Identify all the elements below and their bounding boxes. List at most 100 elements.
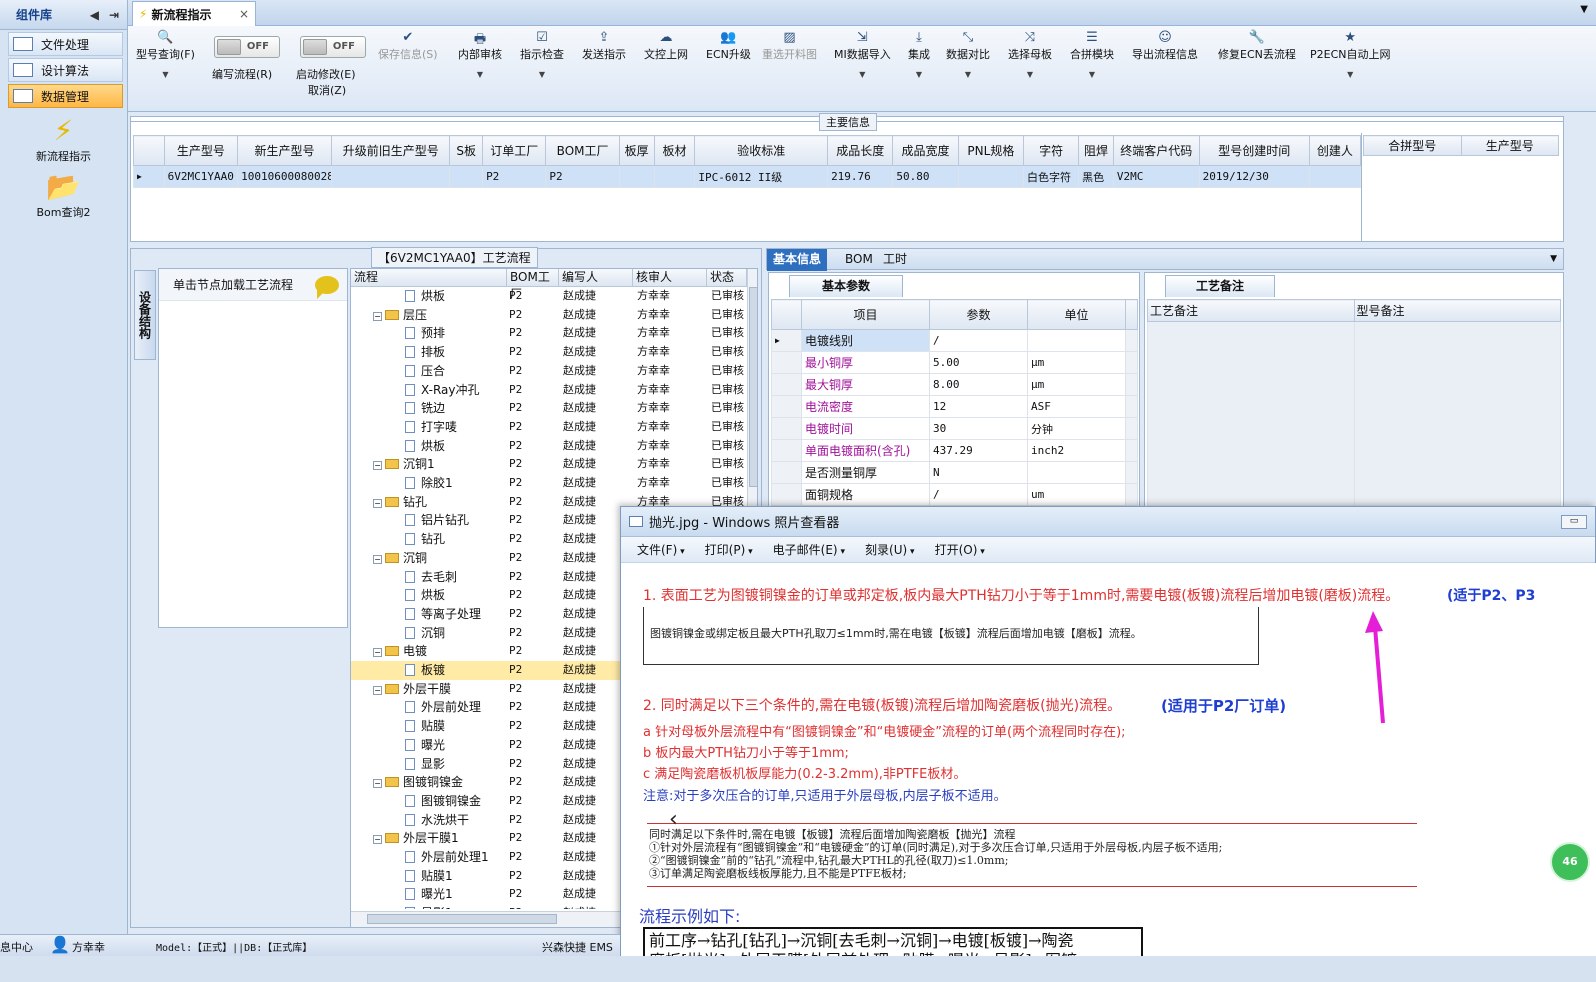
table-cell[interactable] [330, 165, 451, 188]
column-header[interactable]: 参数 [929, 299, 1028, 330]
send-instruction-button[interactable]: ⇪ 发送指示 [582, 30, 626, 62]
column-header[interactable]: 核审人 [633, 269, 707, 287]
merge-module-button[interactable]: ☰ 合拼模块 ▼ [1070, 30, 1114, 79]
collapse-toggle-icon[interactable]: − [373, 461, 382, 471]
collapse-toggle-icon[interactable]: − [373, 648, 382, 658]
tree-row[interactable]: 烘板 P2 赵成捷 方幸幸 已审核 [351, 437, 749, 456]
instruction-check-button[interactable]: ☑ 指示检查 ▼ [520, 30, 564, 79]
sidebar-item-algorithm[interactable]: 设计算法 [8, 58, 123, 82]
column-header[interactable]: BOM工厂 [545, 135, 620, 166]
column-header[interactable]: 成品长度 [827, 135, 894, 166]
table-cell[interactable]: 10010600080028 [237, 165, 332, 188]
tree-row[interactable]: 压合 P2 赵成捷 方幸幸 已审核 [351, 362, 749, 381]
tab-work-hours[interactable]: 工时 [877, 249, 913, 271]
table-cell[interactable] [1308, 165, 1362, 188]
ecn-upgrade-button[interactable]: 👥 ECN升级 [706, 30, 751, 62]
column-header[interactable]: 板厚 [618, 135, 655, 166]
model-query-button[interactable]: 🔍 型号查询(F) ▼ [136, 30, 195, 79]
param-cell[interactable]: 单面电镀面积(含孔) [801, 439, 930, 462]
param-cell[interactable]: 8.00 [929, 373, 1028, 396]
param-cell[interactable]: 5.00 [929, 351, 1028, 374]
param-cell[interactable]: inch2 [1027, 439, 1126, 462]
param-cell[interactable]: 最大铜厚 [801, 373, 930, 396]
enable-edit-toggle[interactable]: OFF [300, 36, 366, 58]
floating-badge[interactable]: 46 [1550, 842, 1590, 882]
table-row[interactable]: ▶ 6V2MC1YAA0 10010600080028 P2 P2 IPC-6012 II… [133, 165, 1362, 188]
p2ecn-auto-button[interactable]: ★ P2ECN自动上网 ▼ [1310, 30, 1391, 79]
table-cell[interactable]: 2019/12/30 [1198, 165, 1310, 188]
process-note-cell[interactable] [1147, 321, 1355, 506]
column-header[interactable]: 终端客户代码 [1112, 135, 1200, 166]
collapse-toggle-icon[interactable]: − [373, 835, 382, 845]
sidebar-item-file[interactable]: 文件处理 [8, 32, 123, 56]
param-row[interactable]: 电镀时间 30 分钟 [771, 417, 1138, 440]
tree-row[interactable]: 打字唛 P2 赵成捷 方幸幸 已审核 [351, 418, 749, 437]
collapse-toggle-icon[interactable]: − [373, 685, 382, 695]
table-cell[interactable]: P2 [482, 165, 547, 188]
tab-new-process[interactable]: ⚡ 新流程指示 × [132, 1, 256, 26]
column-header[interactable]: 成品宽度 [892, 135, 959, 166]
table-cell[interactable] [653, 165, 696, 188]
tree-row[interactable]: 排板 P2 赵成捷 方幸幸 已审核 [351, 343, 749, 362]
load-process-row[interactable]: 单击节点加载工艺流程 [159, 269, 347, 301]
table-cell[interactable] [449, 165, 484, 188]
column-header[interactable]: 生产型号 [1460, 135, 1559, 156]
pin-icon[interactable]: ⇥ [109, 8, 119, 22]
close-tab-icon[interactable]: × [239, 7, 249, 21]
doc-upload-button[interactable]: ☁ 文控上网 [644, 30, 688, 62]
tree-row[interactable]: 除胶1 P2 赵成捷 方幸幸 已审核 [351, 474, 749, 493]
write-process-toggle[interactable]: OFF [214, 36, 280, 58]
param-cell[interactable] [1027, 329, 1126, 352]
column-header[interactable]: 合拼型号 [1363, 135, 1462, 156]
param-cell[interactable]: 30 [929, 417, 1028, 440]
param-cell[interactable]: 电镀时间 [801, 417, 930, 440]
collapse-toggle-icon[interactable]: − [373, 779, 382, 789]
param-cell[interactable]: μm [1027, 351, 1126, 374]
param-cell[interactable]: ASF [1027, 395, 1126, 418]
minimize-icon[interactable]: ▭ [1561, 514, 1587, 529]
column-header[interactable]: BOM工厂 [507, 269, 559, 301]
internal-audit-button[interactable]: 🖶 内部审核 ▼ [458, 30, 502, 79]
param-cell[interactable] [1027, 461, 1126, 484]
table-cell[interactable] [618, 165, 655, 188]
column-header[interactable]: 工艺备注 [1147, 299, 1355, 322]
table-cell[interactable] [957, 165, 1025, 188]
viewer-titlebar[interactable]: 抛光.jpg - Windows 照片查看器 ▭ [621, 507, 1595, 537]
param-row[interactable]: 单面电镀面积(含孔) 437.29 inch2 [771, 439, 1138, 462]
param-cell[interactable]: / [929, 329, 1028, 352]
collapse-left-icon[interactable]: ◀ [90, 8, 99, 22]
data-compare-button[interactable]: ⤡ 数据对比 ▼ [946, 30, 990, 79]
param-cell[interactable]: um [1027, 483, 1126, 506]
param-cell[interactable]: N [929, 461, 1028, 484]
param-cell[interactable]: 437.29 [929, 439, 1028, 462]
tree-row[interactable]: 铣边 P2 赵成捷 方幸幸 已审核 [351, 399, 749, 418]
chevron-down-icon[interactable]: ▼ [1550, 254, 1557, 264]
table-cell[interactable]: IPC-6012 II级 [694, 165, 829, 188]
column-header[interactable]: PNL规格 [957, 135, 1025, 166]
param-cell[interactable]: μm [1027, 373, 1126, 396]
param-cell[interactable]: 电流密度 [801, 395, 930, 418]
export-process-button[interactable]: ☺ 导出流程信息 [1132, 30, 1198, 62]
integrate-button[interactable]: ⤓ 集成 ▼ [908, 30, 930, 79]
column-header[interactable]: 升级前旧生产型号 [330, 135, 451, 166]
column-header[interactable]: 订单工厂 [482, 135, 547, 166]
param-cell[interactable]: 电镀线别 [801, 329, 930, 352]
param-cell[interactable]: 最小铜厚 [801, 351, 930, 374]
table-cell[interactable]: 白色字符 [1023, 165, 1080, 188]
param-row[interactable]: ▶ 电镀线别 / [771, 329, 1138, 352]
tab-bom[interactable]: BOM [839, 249, 879, 271]
sidebar-item-data[interactable]: 数据管理 [8, 84, 123, 108]
table-cell[interactable]: 黑色 [1078, 165, 1114, 188]
menu-print[interactable]: 打印(P) [705, 541, 753, 558]
column-header[interactable]: 编写人 [559, 269, 633, 287]
table-cell[interactable]: 6V2MC1YAA0 [163, 165, 239, 188]
param-row[interactable]: 电流密度 12 ASF [771, 395, 1138, 418]
column-header[interactable]: 状态 [707, 269, 747, 287]
param-cell[interactable]: 是否测量铜厚 [801, 461, 930, 484]
cancel-label[interactable]: 取消(Z) [308, 82, 346, 98]
column-header[interactable]: 验收标准 [694, 135, 829, 166]
table-cell[interactable]: P2 [545, 165, 620, 188]
save-info-button[interactable]: ✔ 保存信息(S) [378, 30, 438, 62]
model-note-cell[interactable] [1353, 321, 1561, 506]
param-cell[interactable]: 面铜规格 [801, 483, 930, 506]
